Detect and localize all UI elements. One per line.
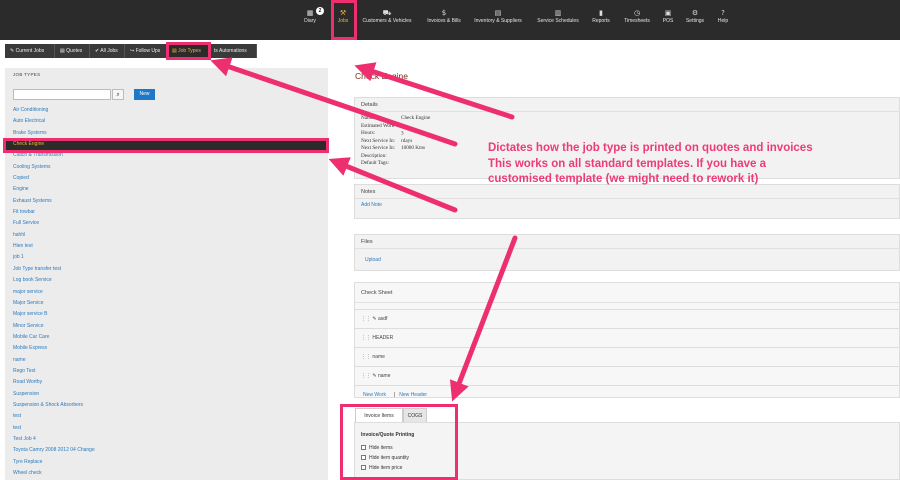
annotation-callout: Dictates how the job type is printed on … xyxy=(488,141,878,188)
arrow-to-job-types xyxy=(210,57,458,147)
callout-line-2: This works on all standard templates. If… xyxy=(488,157,766,170)
annotation-arrows xyxy=(210,57,518,402)
callout-line-3: customised template (we might need to re… xyxy=(488,173,759,186)
arrow-to-jobs-nav xyxy=(354,62,515,120)
arrow-to-invoice-printing xyxy=(449,235,518,402)
callout-line-1: Dictates how the job type is printed on … xyxy=(488,142,813,154)
arrow-to-selected-job-type xyxy=(328,157,458,213)
app-window: ▦ Diary 2 ⚒ Jobs ⛟ Customers & Vehicles … xyxy=(0,0,900,480)
